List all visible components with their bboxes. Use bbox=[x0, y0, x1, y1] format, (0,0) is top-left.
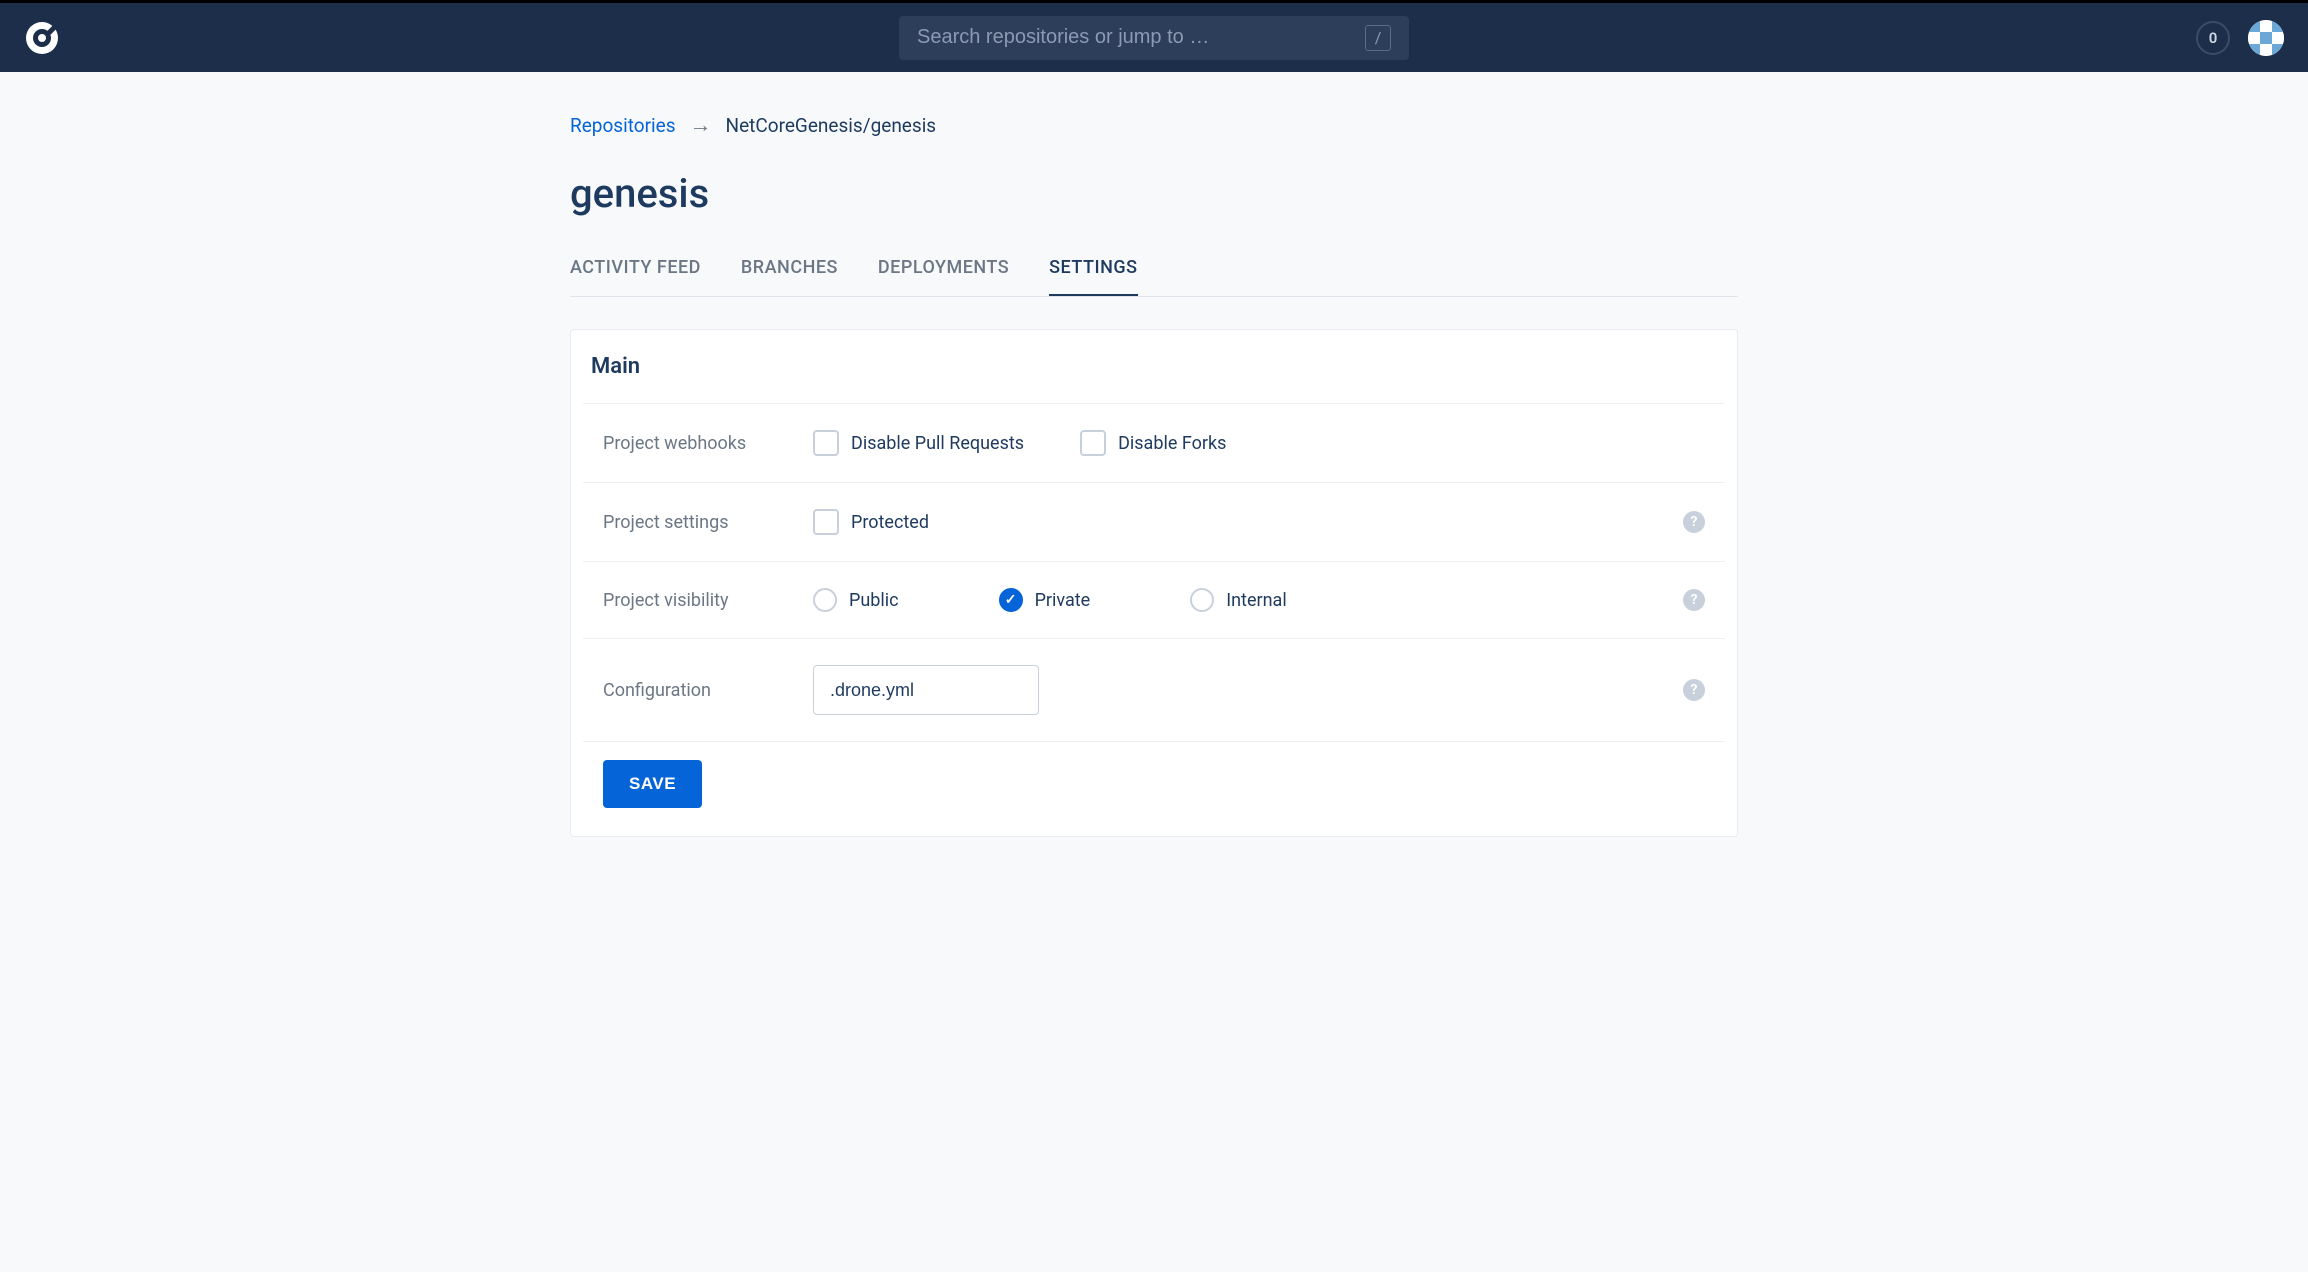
breadcrumb-current: NetCoreGenesis/genesis bbox=[726, 114, 937, 137]
breadcrumb: Repositories → NetCoreGenesis/genesis bbox=[570, 112, 1738, 138]
visibility-public-group: Public bbox=[813, 588, 899, 612]
header-right: 0 bbox=[2196, 20, 2284, 56]
tab-settings[interactable]: SETTINGS bbox=[1049, 241, 1137, 296]
disable-pull-requests-checkbox[interactable] bbox=[813, 430, 839, 456]
visibility-private-group: Private bbox=[999, 588, 1091, 612]
breadcrumb-repositories-link[interactable]: Repositories bbox=[570, 114, 676, 137]
save-button[interactable]: SAVE bbox=[603, 760, 702, 808]
visibility-internal-radio[interactable] bbox=[1190, 588, 1214, 612]
visibility-internal-group: Internal bbox=[1190, 588, 1286, 612]
webhooks-row: Project webhooks Disable Pull Requests D… bbox=[583, 403, 1725, 482]
protected-label: Protected bbox=[851, 512, 929, 533]
visibility-public-label: Public bbox=[849, 590, 899, 611]
avatar[interactable] bbox=[2248, 20, 2284, 56]
webhooks-label: Project webhooks bbox=[603, 433, 813, 454]
main-content: Repositories → NetCoreGenesis/genesis ge… bbox=[554, 72, 1754, 877]
visibility-private-label: Private bbox=[1035, 590, 1091, 611]
configuration-input[interactable] bbox=[813, 665, 1039, 715]
search-input[interactable] bbox=[917, 26, 1365, 49]
settings-card: Main Project webhooks Disable Pull Reque… bbox=[570, 329, 1738, 837]
disable-forks-label: Disable Forks bbox=[1118, 433, 1226, 454]
visibility-private-radio[interactable] bbox=[999, 588, 1023, 612]
configuration-label: Configuration bbox=[603, 680, 813, 701]
arrow-right-icon: → bbox=[690, 112, 712, 138]
protected-checkbox[interactable] bbox=[813, 509, 839, 535]
visibility-public-radio[interactable] bbox=[813, 588, 837, 612]
configuration-row: Configuration ? bbox=[583, 638, 1725, 741]
visibility-row: Project visibility Public Private Intern… bbox=[583, 561, 1725, 638]
tab-deployments[interactable]: DEPLOYMENTS bbox=[878, 241, 1009, 296]
notification-badge[interactable]: 0 bbox=[2196, 21, 2230, 55]
protected-group: Protected bbox=[813, 509, 929, 535]
project-settings-label: Project settings bbox=[603, 512, 813, 533]
help-icon[interactable]: ? bbox=[1683, 679, 1705, 701]
tab-branches[interactable]: BRANCHES bbox=[741, 241, 838, 296]
page-title: genesis bbox=[570, 170, 1738, 217]
disable-forks-checkbox[interactable] bbox=[1080, 430, 1106, 456]
app-header: / 0 bbox=[0, 0, 2308, 72]
disable-pull-requests-label: Disable Pull Requests bbox=[851, 433, 1024, 454]
visibility-label: Project visibility bbox=[603, 590, 813, 611]
section-title: Main bbox=[571, 330, 1737, 403]
save-row: SAVE bbox=[583, 741, 1725, 836]
tab-activity-feed[interactable]: ACTIVITY FEED bbox=[570, 241, 701, 296]
search-shortcut-key: / bbox=[1365, 25, 1391, 51]
help-icon[interactable]: ? bbox=[1683, 511, 1705, 533]
logo-icon[interactable] bbox=[24, 20, 60, 56]
help-icon[interactable]: ? bbox=[1683, 589, 1705, 611]
visibility-internal-label: Internal bbox=[1226, 590, 1286, 611]
tabs: ACTIVITY FEED BRANCHES DEPLOYMENTS SETTI… bbox=[570, 241, 1738, 297]
search-container: / bbox=[899, 16, 1409, 60]
project-settings-row: Project settings Protected ? bbox=[583, 482, 1725, 561]
disable-forks-group: Disable Forks bbox=[1080, 430, 1226, 456]
disable-pull-requests-group: Disable Pull Requests bbox=[813, 430, 1024, 456]
